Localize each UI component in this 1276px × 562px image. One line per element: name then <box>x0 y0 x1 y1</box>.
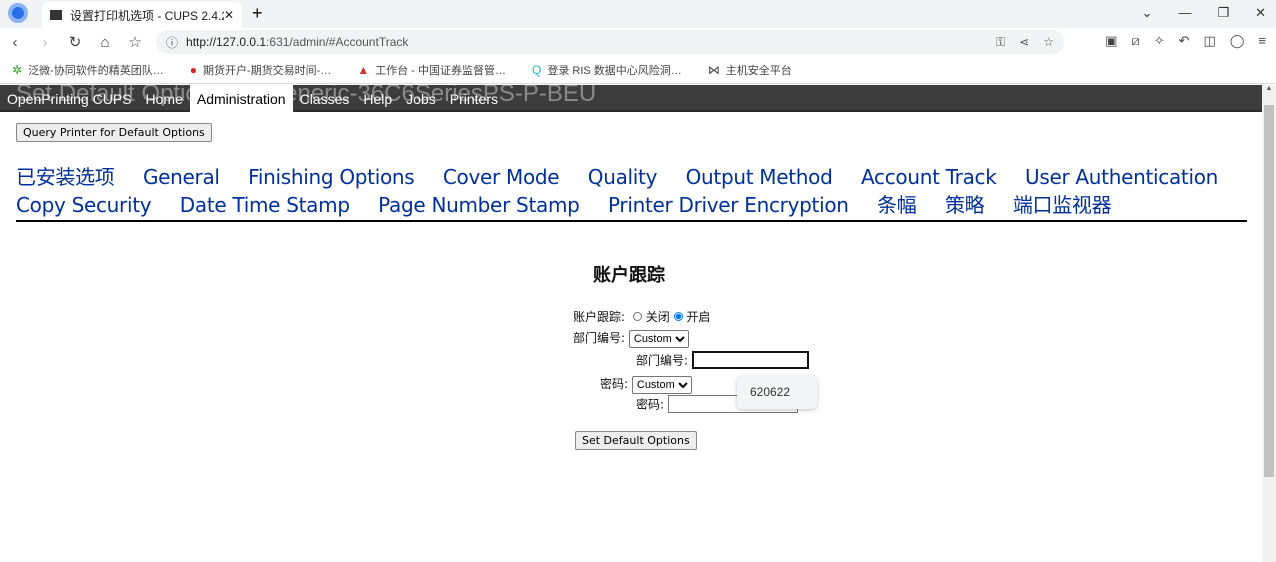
csrc-logo-icon: ▲ <box>357 62 370 77</box>
browser-tab[interactable]: 设置打印机选项 - CUPS 2.4.2 ✕ <box>42 2 242 28</box>
dept-input-label: 部门编号: <box>636 353 689 368</box>
option-tab[interactable]: Quality <box>588 165 658 189</box>
option-tab[interactable]: 条幅 <box>877 193 917 217</box>
futures-logo-icon: ● <box>189 62 197 77</box>
dept-label: 部门编号: <box>573 331 626 345</box>
bookmark-star-icon[interactable]: ☆ <box>1043 35 1054 50</box>
radio-off-label: 关闭 <box>645 310 670 324</box>
bookmarks-bar: ✲ 泛微-协同软件的精英团队… ● 期货开户-期货交易时间-… ▲ 工作台 - 中国证… <box>0 56 1276 84</box>
nav-openprinting[interactable]: OpenPrinting CUPS <box>0 85 139 112</box>
dept-input[interactable] <box>691 351 809 369</box>
sidebar-icon[interactable]: ◫ <box>1204 33 1216 49</box>
cups-favicon-icon <box>50 10 62 20</box>
address-bar-row: ‹ › ↻ ⌂ ☆ ⓘ http://127.0.0.1:631/admin/#… <box>0 28 1276 56</box>
account-track-row: 账户跟踪: 关闭 开启 <box>573 308 710 325</box>
extensions-icon[interactable]: ✧ <box>1154 33 1165 49</box>
radio-on[interactable] <box>673 312 683 321</box>
option-tab[interactable]: Account Track <box>861 165 997 189</box>
option-tab[interactable]: 已安装选项 <box>16 165 115 189</box>
back-icon[interactable]: ‹ <box>0 34 30 51</box>
autocomplete-suggestion[interactable]: 620622 <box>737 376 817 409</box>
bookmark-label: 期货开户-期货交易时间-… <box>202 64 332 77</box>
nav-jobs[interactable]: Jobs <box>399 85 443 112</box>
gear-icon: ✲ <box>12 62 23 77</box>
tab-list-icon[interactable]: ⌄ <box>1142 5 1153 21</box>
option-tab[interactable]: General <box>143 165 220 189</box>
option-tab[interactable]: Page Number Stamp <box>378 193 580 217</box>
ris-logo-icon: Q <box>531 62 542 77</box>
bookmark-label: 泛微-协同软件的精英团队… <box>28 64 164 77</box>
bookmark-label: 工作台 - 中国证券监督管… <box>375 64 506 77</box>
forward-icon[interactable]: › <box>30 34 60 51</box>
url-path: :631/admin/#AccountTrack <box>266 35 409 49</box>
option-tab[interactable]: Date Time Stamp <box>180 193 350 217</box>
url-host: http://127.0.0.1 <box>186 35 267 49</box>
dept-row: 部门编号: Custom <box>573 329 689 348</box>
browser-logo-icon <box>8 3 28 23</box>
option-tab[interactable]: 端口监视器 <box>1013 193 1112 217</box>
option-tab[interactable]: Output Method <box>686 165 833 189</box>
nav-help[interactable]: Help <box>356 85 399 112</box>
set-default-options-button[interactable]: Set Default Options <box>575 431 697 450</box>
radio-off[interactable] <box>632 312 642 321</box>
pwd-label: 密码: <box>600 377 629 391</box>
profile-icon[interactable]: ◯ <box>1230 33 1245 49</box>
bookmark-item[interactable]: ✲ 泛微-协同软件的精英团队… <box>12 62 164 78</box>
home-icon[interactable]: ⌂ <box>90 34 120 51</box>
nav-home[interactable]: Home <box>139 85 190 112</box>
account-track-label: 账户跟踪: <box>573 310 626 324</box>
query-printer-button[interactable]: Query Printer for Default Options <box>16 123 212 142</box>
scrollbar-thumb[interactable] <box>1264 105 1274 477</box>
info-icon[interactable]: ⓘ <box>166 34 178 51</box>
new-tab-button[interactable]: + <box>252 3 263 24</box>
pwd-input-label: 密码: <box>636 397 665 412</box>
option-tab[interactable]: Printer Driver Encryption <box>608 193 849 217</box>
pwd-row: 密码: Custom <box>600 375 692 394</box>
page-content: Set Default Options for Generic-36C6Seri… <box>0 85 1262 562</box>
close-tab-icon[interactable]: ✕ <box>224 8 234 22</box>
option-tab[interactable]: User Authentication <box>1025 165 1218 189</box>
option-tabs: 已安装选项 General Finishing Options Cover Mo… <box>16 163 1247 222</box>
scroll-up-icon[interactable]: ▲ <box>1262 85 1276 92</box>
bookmark-label: 登录 RIS 数据中心风险洞… <box>547 64 682 77</box>
reload-icon[interactable]: ↻ <box>60 33 90 51</box>
dept-select[interactable]: Custom <box>628 330 689 348</box>
undo-icon[interactable]: ↶ <box>1179 33 1190 49</box>
minimize-icon[interactable]: — <box>1178 5 1191 21</box>
option-tab[interactable]: Copy Security <box>16 193 152 217</box>
option-tab[interactable]: Cover Mode <box>443 165 560 189</box>
bookmark-item[interactable]: ● 期货开户-期货交易时间-… <box>190 62 332 78</box>
tab-title: 设置打印机选项 - CUPS 2.4.2 <box>70 8 224 23</box>
option-tab[interactable]: Finishing Options <box>248 165 415 189</box>
url-input[interactable]: ⓘ http://127.0.0.1:631/admin/#AccountTra… <box>156 30 1064 54</box>
host-security-icon: ⋈ <box>707 62 720 77</box>
nav-classes[interactable]: Classes <box>293 85 357 112</box>
pwd-select[interactable]: Custom <box>631 376 692 394</box>
dept-input-row: 部门编号: <box>636 351 809 369</box>
bookmark-item[interactable]: ⋈ 主机安全平台 <box>708 62 792 78</box>
extension-app-icon[interactable]: ▣ <box>1105 33 1117 49</box>
bookmark-label: 主机安全平台 <box>725 64 792 77</box>
nav-administration[interactable]: Administration <box>189 85 293 112</box>
share-icon[interactable]: ⋖ <box>1019 35 1029 50</box>
menu-icon[interactable]: ≡ <box>1258 33 1266 49</box>
cups-nav: OpenPrinting CUPS Home Administration Cl… <box>0 85 1262 112</box>
key-icon[interactable]: ⚿ <box>996 35 1005 50</box>
bookmark-item[interactable]: ▲ 工作台 - 中国证券监督管… <box>357 62 506 78</box>
bookmark-item[interactable]: Q 登录 RIS 数据中心风险洞… <box>532 62 682 78</box>
star-icon[interactable]: ☆ <box>120 33 150 51</box>
tab-bar: 设置打印机选项 - CUPS 2.4.2 ✕ + ⌄ — ❐ ✕ <box>0 0 1276 28</box>
nav-printers[interactable]: Printers <box>443 85 505 112</box>
close-window-icon[interactable]: ✕ <box>1255 5 1266 21</box>
radio-on-label: 开启 <box>686 310 711 324</box>
restore-icon[interactable]: ❐ <box>1217 5 1229 21</box>
screenshot-icon[interactable]: ⧄ <box>1131 33 1139 49</box>
option-tab[interactable]: 策略 <box>945 193 985 217</box>
section-title: 账户跟踪 <box>593 265 665 286</box>
